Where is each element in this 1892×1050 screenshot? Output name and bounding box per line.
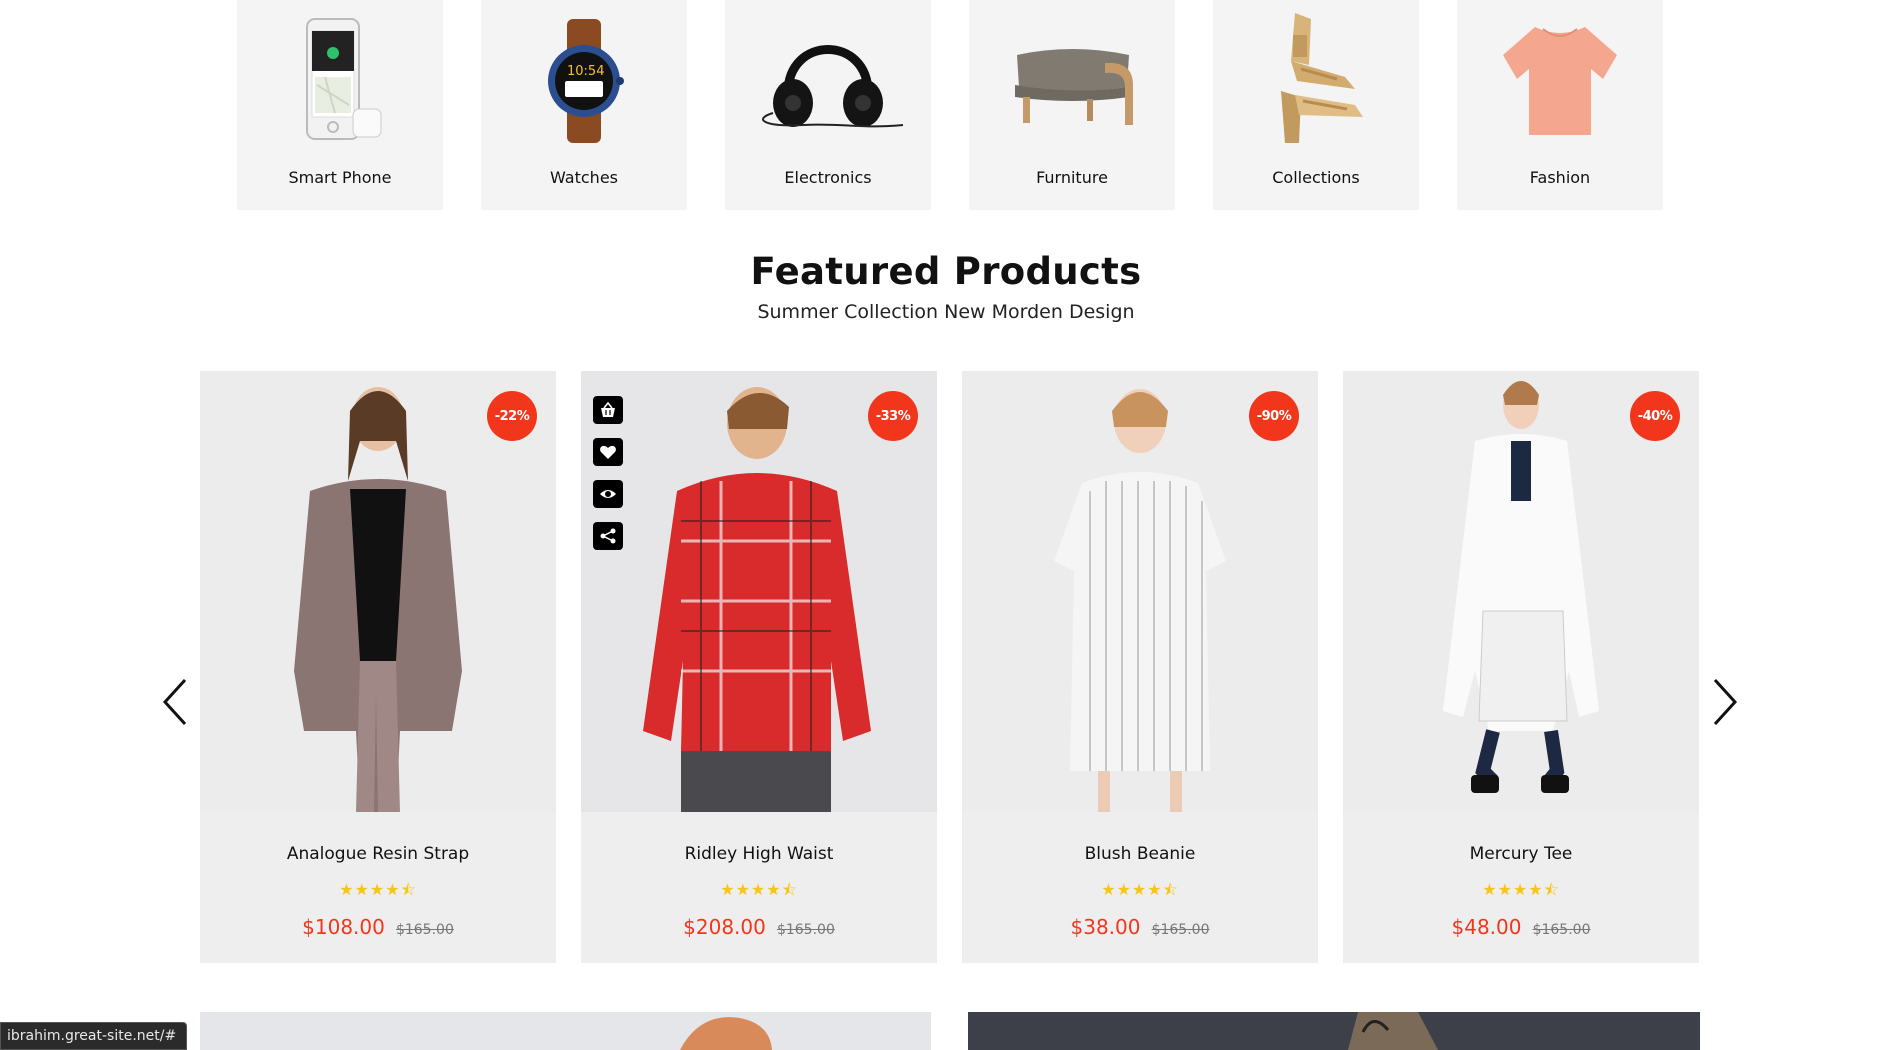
price-row: $208.00 $165.00	[581, 915, 937, 939]
promo-banner-right[interactable]	[968, 1012, 1700, 1050]
wishlist-button[interactable]	[593, 438, 623, 466]
banner-image	[1348, 1012, 1438, 1050]
category-label: Furniture	[1036, 168, 1108, 187]
chevron-left-icon	[162, 678, 187, 726]
carousel-prev-button[interactable]	[155, 676, 195, 728]
discount-badge: -90%	[1249, 391, 1299, 441]
price-row: $38.00 $165.00	[962, 915, 1318, 939]
eye-icon	[600, 490, 616, 498]
category-label: Fashion	[1529, 168, 1591, 187]
price-old: $165.00	[776, 922, 835, 938]
category-label: Smart Phone	[288, 168, 392, 187]
product-actions	[593, 396, 623, 550]
rating-stars: ★★★★⯪	[720, 880, 798, 899]
share-button[interactable]	[593, 522, 623, 550]
svg-text:10:54: 10:54	[567, 64, 604, 79]
product-name[interactable]: Mercury Tee	[1343, 844, 1699, 864]
sandals-image	[1225, 0, 1407, 160]
section-subtitle: Summer Collection New Morden Design	[757, 301, 1135, 323]
category-card-watches[interactable]: 10:54 Watches	[481, 0, 687, 210]
price-row: $108.00 $165.00	[200, 915, 556, 939]
browser-status-url: ibrahim.great-site.net/#	[0, 1022, 188, 1050]
category-card-electronics[interactable]: Electronics	[725, 0, 931, 210]
chevron-right-icon	[1713, 678, 1738, 726]
price-current: $208.00	[683, 915, 766, 939]
category-label: Collections	[1272, 168, 1360, 187]
product-card[interactable]: -33% Ridley High Waist ★★★★⯪ $208.00 $16…	[581, 371, 937, 963]
category-row: Smart Phone 10:54 Watches Electronics Fu…	[237, 0, 1663, 210]
smartphone-image	[249, 0, 431, 160]
tshirt-image	[1469, 0, 1651, 160]
price-old: $165.00	[1532, 922, 1591, 938]
discount-badge: -33%	[868, 391, 918, 441]
rating-stars: ★★★★⯪	[1101, 880, 1179, 899]
product-image: -90%	[962, 371, 1318, 812]
product-card[interactable]: -90% Blush Beanie ★★★★⯪ $38.00 $165.00	[962, 371, 1318, 963]
discount-badge: -40%	[1630, 391, 1680, 441]
category-card-smart-phone[interactable]: Smart Phone	[237, 0, 443, 210]
product-image: -40%	[1343, 371, 1699, 812]
category-card-fashion[interactable]: Fashion	[1457, 0, 1663, 210]
product-card[interactable]: -40% Mercury Tee ★★★★⯪ $48.00 $165.00	[1343, 371, 1699, 963]
heart-icon	[600, 445, 616, 459]
watch-image: 10:54	[493, 0, 675, 160]
promo-banner-left[interactable]	[200, 1012, 931, 1050]
product-name[interactable]: Analogue Resin Strap	[200, 844, 556, 864]
category-card-collections[interactable]: Collections	[1213, 0, 1419, 210]
price-current: $48.00	[1451, 915, 1522, 939]
category-label: Electronics	[784, 168, 872, 187]
price-row: $48.00 $165.00	[1343, 915, 1699, 939]
quick-view-button[interactable]	[593, 480, 623, 508]
share-icon	[600, 528, 616, 544]
carousel-next-button[interactable]	[1705, 676, 1745, 728]
rating-stars: ★★★★⯪	[339, 880, 417, 899]
headphones-image	[737, 0, 919, 160]
product-image: -22%	[200, 371, 556, 812]
banner-image	[680, 1017, 772, 1050]
product-carousel: -22% Analogue Resin Strap ★★★★⯪ $108.00 …	[200, 371, 1700, 963]
category-label: Watches	[550, 168, 618, 187]
discount-badge: -22%	[487, 391, 537, 441]
price-current: $38.00	[1070, 915, 1141, 939]
category-card-furniture[interactable]: Furniture	[969, 0, 1175, 210]
product-name[interactable]: Ridley High Waist	[581, 844, 937, 864]
price-old: $165.00	[1151, 922, 1210, 938]
ottoman-image	[981, 0, 1163, 160]
price-current: $108.00	[302, 915, 385, 939]
price-old: $165.00	[395, 922, 454, 938]
product-card[interactable]: -22% Analogue Resin Strap ★★★★⯪ $108.00 …	[200, 371, 556, 963]
basket-icon	[601, 401, 615, 417]
product-image: -33%	[581, 371, 937, 812]
section-title: Featured Products	[750, 250, 1142, 293]
add-to-cart-button[interactable]	[593, 396, 623, 424]
product-name[interactable]: Blush Beanie	[962, 844, 1318, 864]
rating-stars: ★★★★⯪	[1482, 880, 1560, 899]
